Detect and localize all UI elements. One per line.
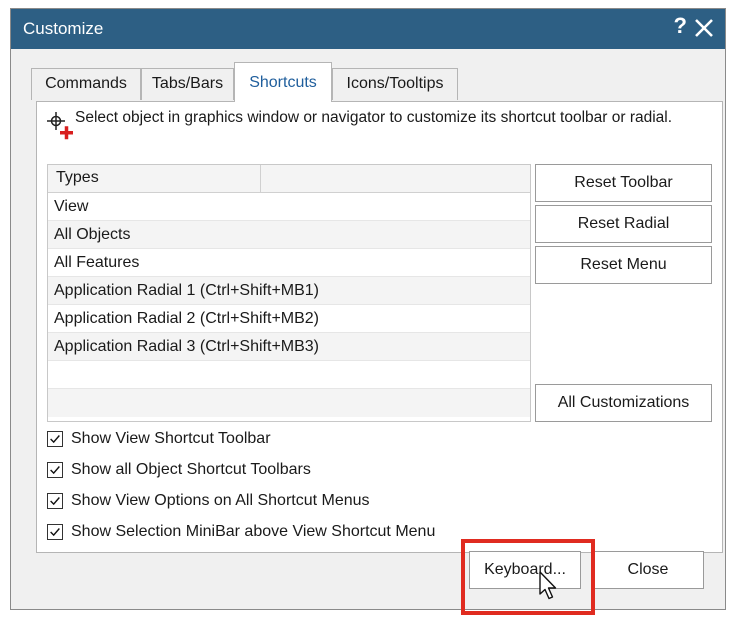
title-bar: Customize ? (11, 9, 725, 49)
tab-icons-tooltips[interactable]: Icons/Tooltips (332, 68, 458, 100)
reset-radial-button[interactable]: Reset Radial (535, 205, 712, 243)
list-item-empty (48, 389, 530, 417)
all-customizations-button[interactable]: All Customizations (535, 384, 712, 422)
tab-shortcuts[interactable]: Shortcuts (234, 62, 332, 102)
option-label: Show all Object Shortcut Toolbars (71, 461, 311, 478)
dialog-title: Customize (23, 19, 104, 38)
list-item[interactable]: View (48, 193, 530, 221)
keyboard-button[interactable]: Keyboard... (469, 551, 581, 589)
help-button[interactable]: ? (674, 13, 687, 39)
list-item[interactable]: Application Radial 1 (Ctrl+Shift+MB1) (48, 277, 530, 305)
column-divider[interactable] (260, 165, 261, 193)
tab-commands[interactable]: Commands (31, 68, 141, 100)
checkbox-checked-icon[interactable] (47, 524, 63, 540)
close-button[interactable]: Close (592, 551, 704, 589)
list-item-empty (48, 361, 530, 389)
list-item[interactable]: Application Radial 2 (Ctrl+Shift+MB2) (48, 305, 530, 333)
list-item[interactable]: All Features (48, 249, 530, 277)
close-icon[interactable] (691, 11, 717, 45)
option-label: Show View Shortcut Toolbar (71, 430, 271, 447)
select-object-icon (47, 112, 73, 140)
checkbox-checked-icon[interactable] (47, 462, 63, 478)
option-label: Show Selection MiniBar above View Shortc… (71, 523, 436, 540)
column-header-types[interactable]: Types (56, 169, 99, 187)
instruction-text: Select object in graphics window or navi… (75, 109, 673, 126)
shortcuts-panel: Select object in graphics window or navi… (36, 101, 723, 553)
customize-dialog: Customize ? Commands Tabs/Bars Shortcuts… (10, 8, 726, 610)
reset-toolbar-button[interactable]: Reset Toolbar (535, 164, 712, 202)
tab-tabs-bars[interactable]: Tabs/Bars (141, 68, 234, 100)
types-list[interactable]: Types View All Objects All Features Appl… (47, 164, 531, 422)
checkbox-checked-icon[interactable] (47, 431, 63, 447)
types-list-header: Types (48, 165, 530, 193)
list-item[interactable]: Application Radial 3 (Ctrl+Shift+MB3) (48, 333, 530, 361)
option-label: Show View Options on All Shortcut Menus (71, 492, 370, 509)
checkbox-checked-icon[interactable] (47, 493, 63, 509)
list-item[interactable]: All Objects (48, 221, 530, 249)
reset-menu-button[interactable]: Reset Menu (535, 246, 712, 284)
